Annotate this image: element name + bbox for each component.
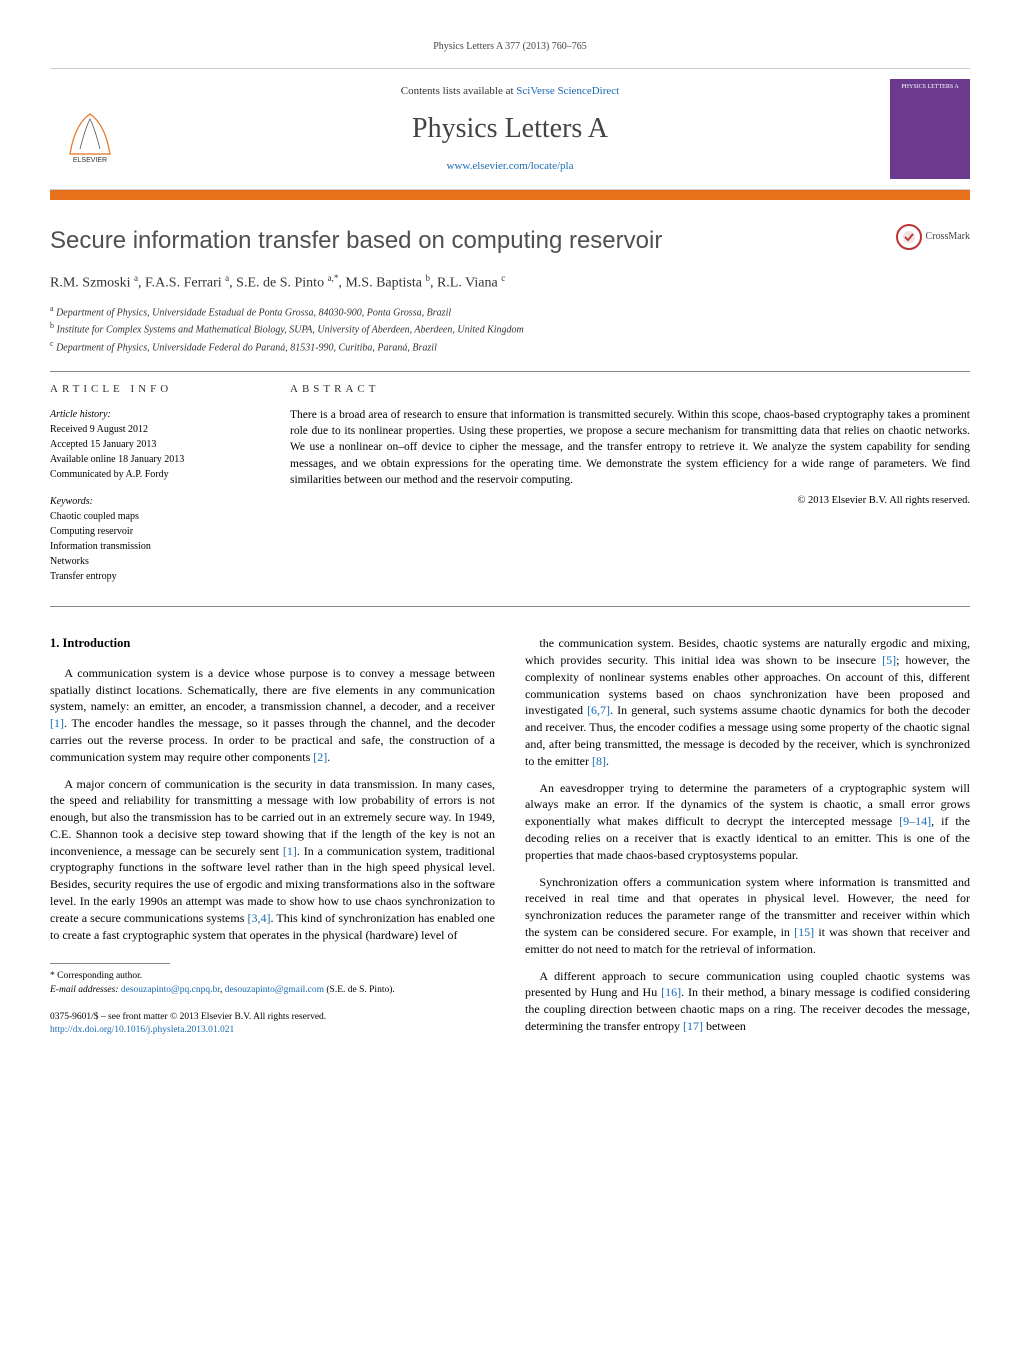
journal-name: Physics Letters A <box>130 109 890 148</box>
keywords-label: Keywords: <box>50 494 250 509</box>
article-info-label: ARTICLE INFO <box>50 382 250 397</box>
journal-homepage: www.elsevier.com/locate/pla <box>130 159 890 174</box>
history-label: Article history: <box>50 407 250 422</box>
body-text: 1. Introduction A communication system i… <box>50 635 970 1045</box>
affiliation: c Department of Physics, Universidade Fe… <box>50 338 970 355</box>
affiliations: a Department of Physics, Universidade Es… <box>50 303 970 355</box>
footnotes: * Corresponding author. E-mail addresses… <box>50 970 495 997</box>
homepage-link[interactable]: www.elsevier.com/locate/pla <box>447 160 574 172</box>
brand-bar <box>50 190 970 200</box>
history-line: Communicated by A.P. Fordy <box>50 467 250 482</box>
left-column: 1. Introduction A communication system i… <box>50 635 495 1045</box>
body-paragraph: A communication system is a device whose… <box>50 665 495 766</box>
divider <box>50 371 970 372</box>
journal-cover-thumbnail: PHYSICS LETTERS A <box>890 79 970 179</box>
reference-link[interactable]: [16] <box>661 985 681 999</box>
reference-link[interactable]: [15] <box>794 925 814 939</box>
history-line: Accepted 15 January 2013 <box>50 437 250 452</box>
reference-link[interactable]: [17] <box>683 1019 703 1033</box>
footer-copyright: 0375-9601/$ – see front matter © 2013 El… <box>50 1011 495 1038</box>
crossmark-icon <box>896 224 922 250</box>
crossmark-label: CrossMark <box>926 230 970 244</box>
body-paragraph: A different approach to secure communica… <box>525 968 970 1035</box>
svg-text:ELSEVIER: ELSEVIER <box>73 157 107 164</box>
keyword: Transfer entropy <box>50 569 250 584</box>
reference-link[interactable]: [6,7] <box>587 703 610 717</box>
contents-available: Contents lists available at SciVerse Sci… <box>130 84 890 99</box>
email-link-1[interactable]: desouzapinto@pq.cnpq.br <box>121 985 220 995</box>
reference-link[interactable]: [5] <box>882 653 896 667</box>
reference-link[interactable]: [1] <box>283 844 297 858</box>
email-link-2[interactable]: desouzapinto@gmail.com <box>225 985 324 995</box>
body-paragraph: the communication system. Besides, chaot… <box>525 635 970 769</box>
keyword: Chaotic coupled maps <box>50 509 250 524</box>
corresponding-author-note: * Corresponding author. <box>50 970 495 983</box>
footnote-divider <box>50 963 170 964</box>
abstract-column: ABSTRACT There is a broad area of resear… <box>290 382 970 596</box>
divider <box>50 606 970 607</box>
reference-link[interactable]: [9–14] <box>899 814 931 828</box>
keyword: Computing reservoir <box>50 524 250 539</box>
keyword: Networks <box>50 554 250 569</box>
paper-title: Secure information transfer based on com… <box>50 224 896 258</box>
sciencedirect-link[interactable]: SciVerse ScienceDirect <box>516 85 619 97</box>
header-citation: Physics Letters A 377 (2013) 760–765 <box>50 40 970 54</box>
right-column: the communication system. Besides, chaot… <box>525 635 970 1045</box>
reference-link[interactable]: [8] <box>592 754 606 768</box>
body-paragraph: A major concern of communication is the … <box>50 776 495 944</box>
affiliation: a Department of Physics, Universidade Es… <box>50 303 970 320</box>
history-line: Available online 18 January 2013 <box>50 452 250 467</box>
reference-link[interactable]: [3,4] <box>247 911 270 925</box>
masthead: ELSEVIER Contents lists available at Sci… <box>50 68 970 190</box>
crossmark-badge[interactable]: CrossMark <box>896 224 970 250</box>
doi-link[interactable]: http://dx.doi.org/10.1016/j.physleta.201… <box>50 1025 234 1035</box>
body-paragraph: Synchronization offers a communication s… <box>525 874 970 958</box>
article-info-column: ARTICLE INFO Article history: Received 9… <box>50 382 250 596</box>
body-paragraph: An eavesdropper trying to determine the … <box>525 780 970 864</box>
abstract-label: ABSTRACT <box>290 382 970 397</box>
affiliation: b Institute for Complex Systems and Math… <box>50 320 970 337</box>
reference-link[interactable]: [2] <box>313 750 327 764</box>
history-line: Received 9 August 2012 <box>50 422 250 437</box>
keyword: Information transmission <box>50 539 250 554</box>
authors: R.M. Szmoski a, F.A.S. Ferrari a, S.E. d… <box>50 272 970 293</box>
section-heading: 1. Introduction <box>50 635 495 653</box>
abstract-text: There is a broad area of research to ens… <box>290 407 970 487</box>
email-addresses: E-mail addresses: desouzapinto@pq.cnpq.b… <box>50 984 495 997</box>
publisher-logo: ELSEVIER <box>50 89 130 169</box>
abstract-copyright: © 2013 Elsevier B.V. All rights reserved… <box>290 494 970 509</box>
reference-link[interactable]: [1] <box>50 716 64 730</box>
